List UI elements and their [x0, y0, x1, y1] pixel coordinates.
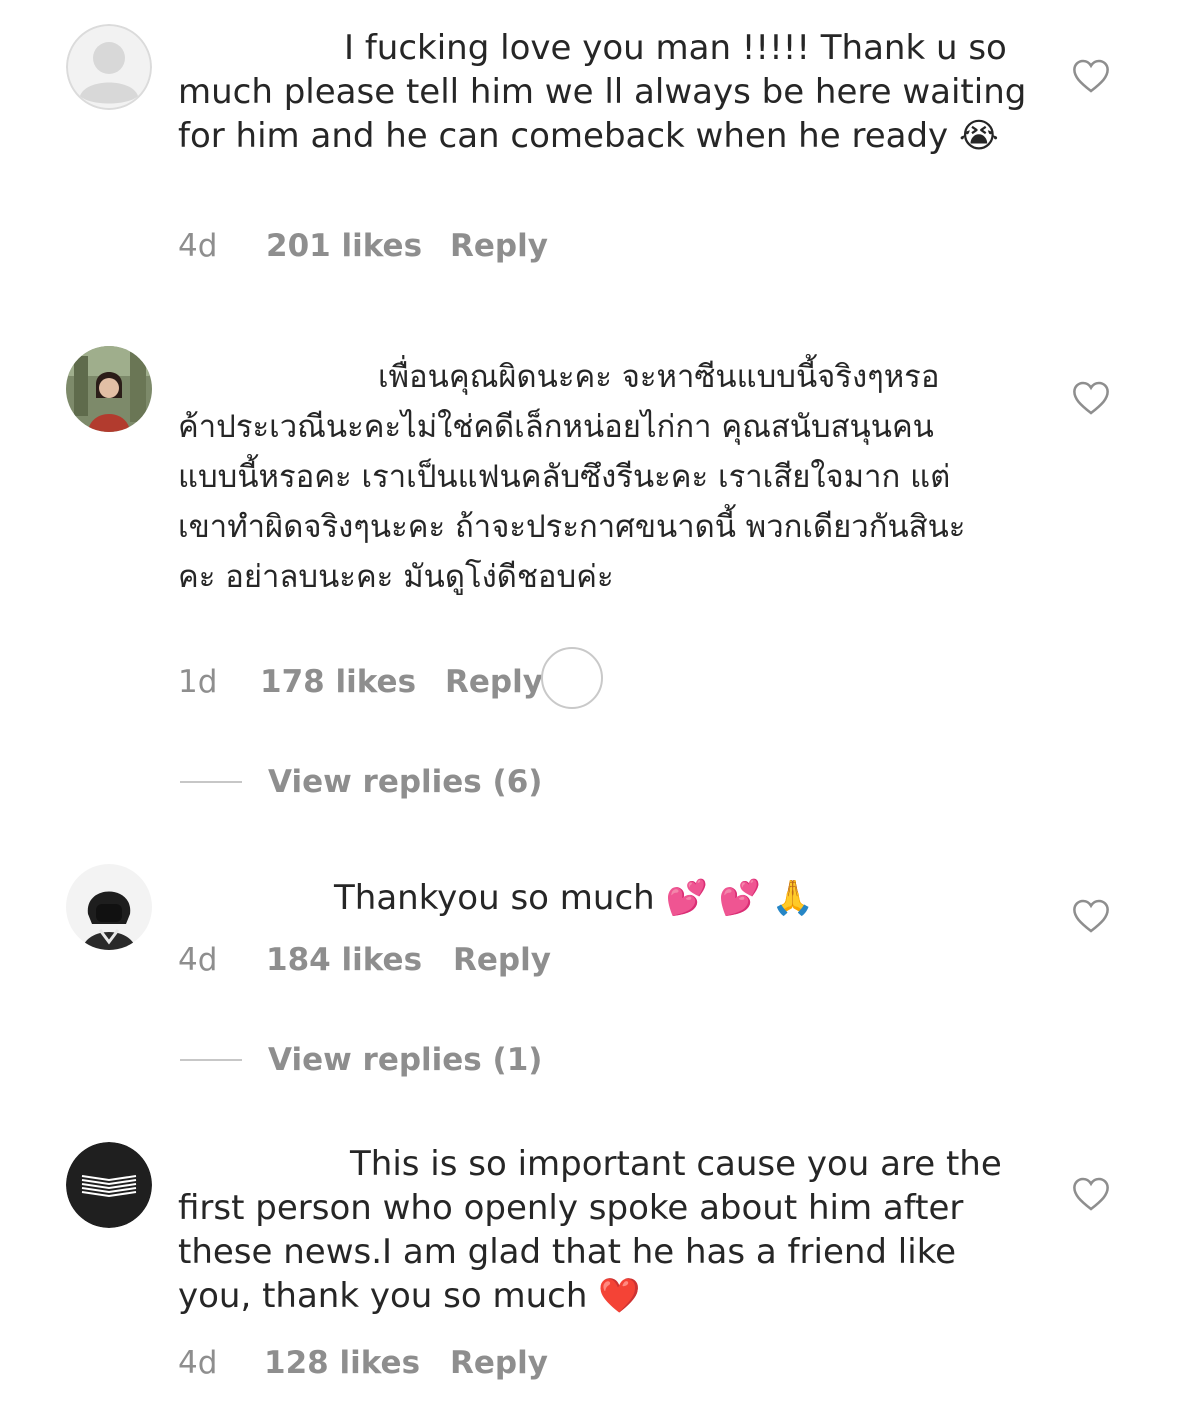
like-button[interactable]: [1072, 1176, 1110, 1212]
heart-outline-icon: [1073, 59, 1109, 93]
avatar[interactable]: [66, 24, 152, 110]
comment-age: 4d: [178, 1345, 218, 1381]
avatar[interactable]: [66, 1142, 152, 1228]
hearts-and-praying-hands-emoji: 💕 💕 🙏: [665, 878, 815, 918]
loading-spinner: [541, 647, 603, 709]
likes-count[interactable]: 178 likes: [260, 664, 445, 700]
avatar[interactable]: [66, 864, 152, 950]
reply-button[interactable]: Reply: [453, 942, 551, 978]
default-avatar-icon: [66, 24, 152, 110]
profile-photo: [66, 864, 152, 950]
comment-age: 1d: [178, 664, 218, 700]
heart-outline-icon: [1073, 1177, 1109, 1211]
like-button[interactable]: [1072, 898, 1110, 934]
like-button[interactable]: [1072, 58, 1110, 94]
comment-meta: 4d 201 likes Reply: [178, 228, 548, 264]
comment-meta: 4d 128 likes Reply: [178, 1345, 548, 1381]
view-replies[interactable]: View replies (1): [180, 1042, 542, 1078]
comment-age: 4d: [178, 942, 218, 978]
heart-outline-icon: [1073, 381, 1109, 415]
view-replies-label[interactable]: View replies (1): [268, 1042, 542, 1078]
divider-line: [180, 781, 242, 783]
comment-text: เพื่อนคุณผิดนะคะ จะหาซีนแบบนี้จริงๆหรอ ค…: [178, 359, 966, 595]
comment-meta: 1d 178 likes Reply: [178, 664, 543, 700]
likes-count[interactable]: 201 likes: [266, 228, 450, 264]
likes-count[interactable]: 184 likes: [266, 942, 453, 978]
comment-text: This is so important cause you are the f…: [178, 1144, 1013, 1316]
reply-button[interactable]: Reply: [450, 228, 548, 264]
likes-count[interactable]: 128 likes: [264, 1345, 450, 1381]
crying-face-emoji: 😭: [958, 116, 999, 156]
heart-outline-icon: [1073, 899, 1109, 933]
comment-age: 4d: [178, 228, 218, 264]
book-logo-avatar: [66, 1142, 152, 1228]
reply-button[interactable]: Reply: [445, 664, 543, 700]
profile-photo: [66, 346, 152, 432]
reply-button[interactable]: Reply: [450, 1345, 548, 1381]
avatar[interactable]: [66, 346, 152, 432]
like-button[interactable]: [1072, 380, 1110, 416]
comment-meta: 4d 184 likes Reply: [178, 942, 551, 978]
view-replies[interactable]: View replies (6): [180, 764, 542, 800]
comment-text: I fucking love you man !!!!! Thank u so …: [178, 28, 1038, 156]
view-replies-label[interactable]: View replies (6): [268, 764, 542, 800]
comment-text: Thankyou so much 💕 💕 🙏: [334, 878, 815, 918]
red-heart-emoji: ❤️: [598, 1276, 641, 1316]
divider-line: [180, 1059, 242, 1061]
